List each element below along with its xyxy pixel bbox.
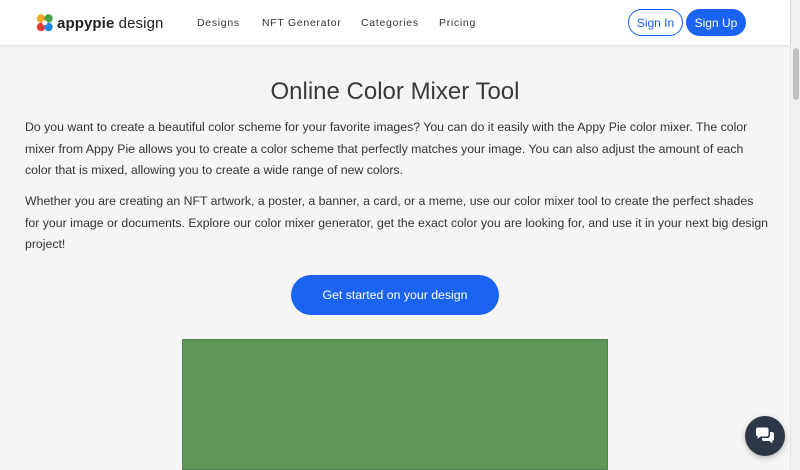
- page-title: Online Color Mixer Tool: [270, 78, 520, 105]
- scrollbar-thumb[interactable]: [793, 48, 799, 100]
- logo-brand-text: appypie: [57, 14, 115, 32]
- chat-bubbles-icon: [756, 427, 774, 444]
- chat-support-button[interactable]: [745, 416, 785, 456]
- page-scrollbar[interactable]: [790, 0, 800, 470]
- logo-suffix-text: design: [114, 14, 164, 32]
- sign-in-button[interactable]: Sign In: [628, 9, 683, 36]
- nav-link-categories[interactable]: Categories: [361, 17, 419, 29]
- intro-paragraph: Do you want to create a beautiful color …: [25, 120, 748, 177]
- logo-text: appypie design: [57, 15, 163, 32]
- mixed-color-swatch: [182, 339, 608, 470]
- use-cases-paragraph: Whether you are creating an NFT artwork,…: [25, 194, 768, 251]
- nav-link-nft-generator[interactable]: NFT Generator: [262, 17, 342, 29]
- nav-link-pricing[interactable]: Pricing: [439, 17, 476, 29]
- appypie-design-logo[interactable]: appypie design: [36, 12, 163, 34]
- get-started-button[interactable]: Get started on your design: [291, 275, 499, 315]
- sign-up-button[interactable]: Sign Up: [686, 9, 746, 36]
- nav-link-designs[interactable]: Designs: [197, 17, 240, 29]
- appypie-logo-icon: [36, 14, 53, 32]
- top-navigation-bar: appypie design Designs NFT Generator Cat…: [0, 0, 790, 45]
